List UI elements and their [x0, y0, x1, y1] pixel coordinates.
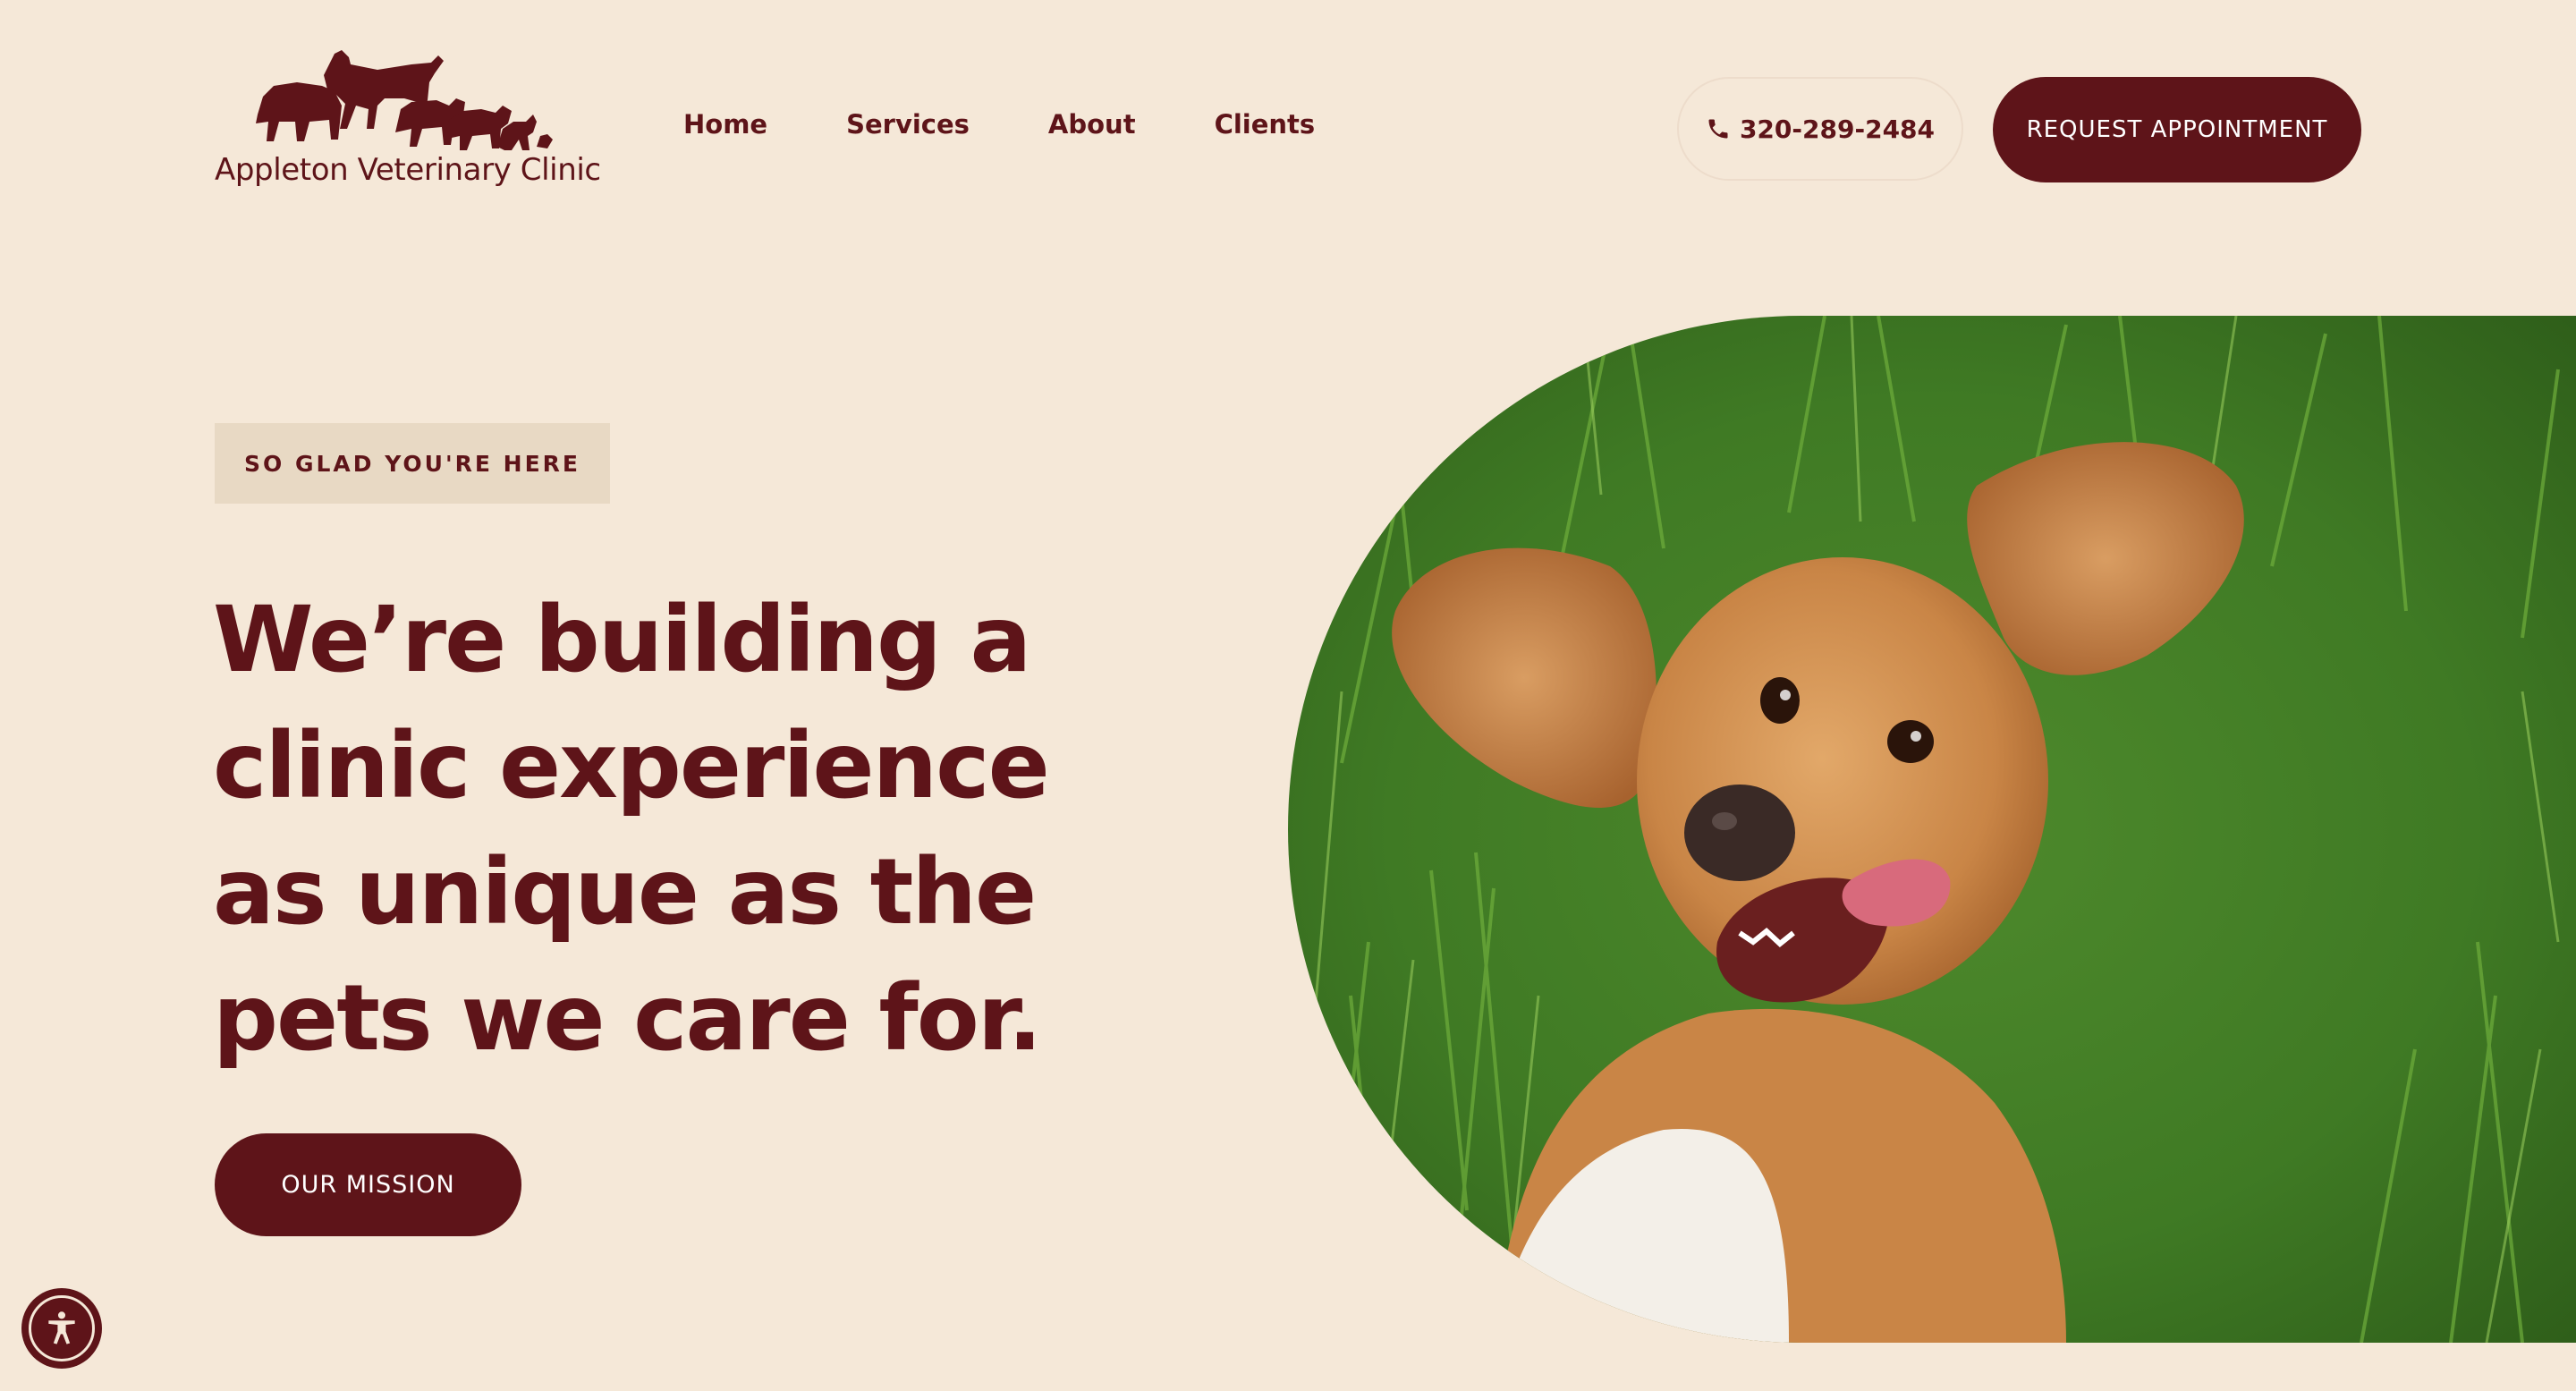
accessibility-icon — [48, 1311, 75, 1344]
eyebrow-tag: SO GLAD YOU'RE HERE — [215, 423, 610, 504]
nav-item-services[interactable]: Services — [846, 109, 970, 140]
eyebrow-text: SO GLAD YOU'RE HERE — [244, 450, 580, 477]
nav-item-clients[interactable]: Clients — [1215, 109, 1316, 140]
main-nav: Home Services About Clients — [683, 109, 1315, 140]
phone-number: 320-289-2484 — [1739, 114, 1936, 144]
accessibility-icon-ring — [29, 1295, 95, 1361]
clinic-logo[interactable]: Appleton Veterinary Clinic — [213, 47, 601, 199]
phone-button[interactable]: 320-289-2484 — [1677, 77, 1963, 181]
request-appointment-button[interactable]: REQUEST APPOINTMENT — [1993, 77, 2361, 182]
our-mission-label: OUR MISSION — [281, 1171, 455, 1199]
request-appointment-label: REQUEST APPOINTMENT — [2026, 116, 2328, 143]
our-mission-button[interactable]: OUR MISSION — [215, 1133, 521, 1236]
page: Appleton Veterinary Clinic Home Services… — [0, 0, 2576, 1391]
accessibility-button[interactable] — [21, 1288, 102, 1369]
logo-text: Appleton Veterinary Clinic — [215, 152, 601, 188]
nav-item-home[interactable]: Home — [683, 109, 767, 140]
dog-lying-in-grass-photo — [1288, 316, 2576, 1343]
phone-icon — [1708, 119, 1728, 139]
animals-silhouette-logo — [256, 50, 553, 150]
nav-item-about[interactable]: About — [1048, 109, 1136, 140]
hero-headline: We’re building a clinic experience as un… — [213, 587, 1050, 1072]
